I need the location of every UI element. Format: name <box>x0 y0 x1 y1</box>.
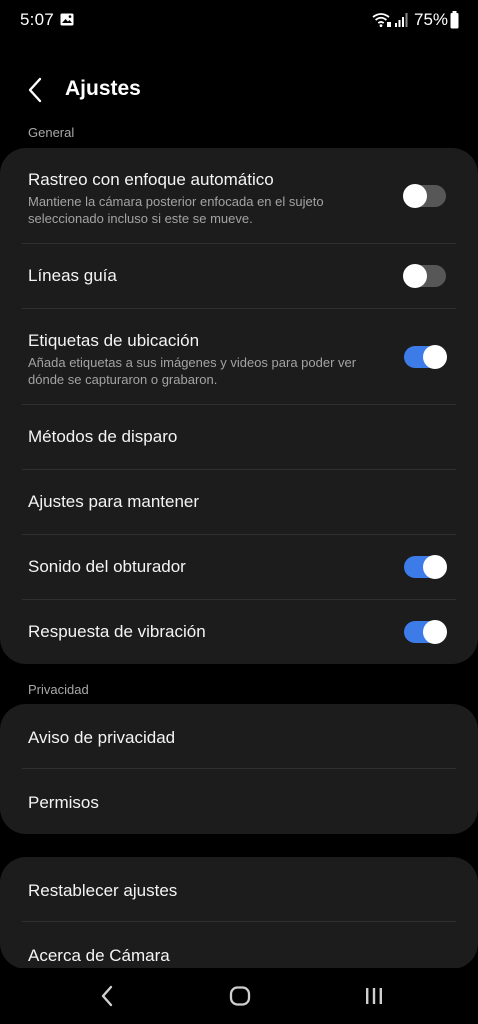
setting-row-privacy-notice[interactable]: Aviso de privacidad <box>0 704 478 769</box>
setting-row-reset-settings[interactable]: Restablecer ajustes <box>0 857 478 922</box>
setting-row-permissions[interactable]: Permisos <box>0 769 478 834</box>
general-settings-card: Rastreo con enfoque automático Mantiene … <box>0 148 478 664</box>
toggle-knob <box>423 345 447 369</box>
header: Ajustes <box>0 68 478 112</box>
status-time: 5:07 <box>20 10 54 29</box>
setting-title: Sonido del obturador <box>28 557 186 576</box>
gallery-icon <box>60 13 74 26</box>
setting-description: Añada etiquetas a sus imágenes y videos … <box>28 355 357 387</box>
section-label-general: General <box>28 125 75 140</box>
setting-title: Permisos <box>28 793 99 812</box>
setting-title: Acerca de Cámara <box>28 946 170 965</box>
privacy-settings-card: Aviso de privacidad Permisos <box>0 704 478 834</box>
setting-row-location-tags[interactable]: Etiquetas de ubicación Añada etiquetas a… <box>0 309 478 405</box>
camera-settings-screen: 5:07 75% Ajustes General Rastreo con enf… <box>0 0 478 1024</box>
toggle-knob <box>403 184 427 208</box>
toggle-knob <box>423 555 447 579</box>
setting-row-grid-lines[interactable]: Líneas guía <box>0 244 478 309</box>
setting-row-about-camera[interactable]: Acerca de Cámara <box>0 922 478 969</box>
setting-row-settings-to-keep[interactable]: Ajustes para mantener <box>0 470 478 535</box>
nav-recents-icon[interactable] <box>362 984 386 1008</box>
page-title: Ajustes <box>65 77 141 100</box>
nav-home-icon[interactable] <box>228 984 252 1008</box>
setting-title: Líneas guía <box>28 266 117 285</box>
wifi-calling-icon <box>372 13 391 27</box>
signal-icon <box>395 13 408 27</box>
setting-title: Rastreo con enfoque automático <box>28 170 274 189</box>
setting-row-vibration-feedback[interactable]: Respuesta de vibración <box>0 600 478 664</box>
setting-title: Restablecer ajustes <box>28 881 178 900</box>
battery-percent: 75% <box>414 10 449 29</box>
navigation-bar <box>0 968 478 1024</box>
setting-description: Mantiene la cámara posterior enfocada en… <box>28 194 324 226</box>
battery-icon <box>450 11 459 29</box>
autofocus-tracking-toggle[interactable] <box>403 184 446 208</box>
setting-title: Respuesta de vibración <box>28 622 206 641</box>
setting-title: Etiquetas de ubicación <box>28 331 200 350</box>
setting-title: Métodos de disparo <box>28 427 178 446</box>
setting-title: Ajustes para mantener <box>28 492 200 511</box>
other-settings-card: Restablecer ajustes Acerca de Cámara <box>0 857 478 969</box>
vibration-feedback-toggle[interactable] <box>404 620 447 644</box>
nav-back-icon[interactable] <box>96 982 120 1010</box>
setting-row-autofocus-tracking[interactable]: Rastreo con enfoque automático Mantiene … <box>0 148 478 244</box>
toggle-knob <box>423 620 447 644</box>
shutter-sound-toggle[interactable] <box>404 555 447 579</box>
status-bar: 5:07 75% <box>0 0 478 40</box>
section-label-privacy: Privacidad <box>28 682 89 697</box>
chevron-left-icon[interactable] <box>22 76 50 104</box>
setting-title: Aviso de privacidad <box>28 728 176 747</box>
toggle-knob <box>403 264 427 288</box>
location-tags-toggle[interactable] <box>404 345 447 369</box>
setting-row-shutter-sound[interactable]: Sonido del obturador <box>0 535 478 600</box>
grid-lines-toggle[interactable] <box>403 264 446 288</box>
setting-row-shooting-methods[interactable]: Métodos de disparo <box>0 405 478 470</box>
